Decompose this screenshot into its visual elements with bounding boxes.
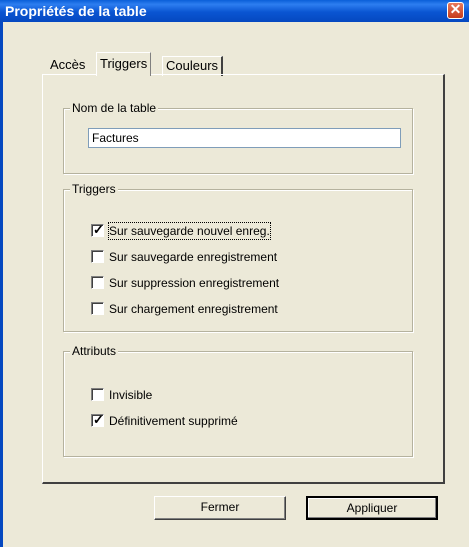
permanently-deleted-label: Définitivement supprimé	[109, 414, 238, 428]
tab-triggers[interactable]: Triggers	[96, 52, 152, 76]
properties-dialog: Propriétés de la table ✕ Accès Triggers …	[0, 0, 469, 547]
trigger-on-delete-label: Sur suppression enregistrement	[109, 276, 280, 290]
checkmark-icon: ✓	[93, 222, 104, 237]
checkmark-icon: ✓	[93, 412, 104, 427]
triggers-group: Triggers ✓ Sur sauvegarde nouvel enreg. …	[63, 182, 413, 332]
window-title: Propriétés de la table	[5, 3, 147, 19]
checkbox-box[interactable]	[91, 250, 104, 263]
trigger-on-save-new-label: Sur sauvegarde nouvel enreg.	[108, 222, 271, 240]
close-window-button[interactable]: ✕	[447, 1, 464, 19]
invisible-label: Invisible	[109, 388, 153, 402]
attributes-group: Attributs Invisible ✓ Définitivement sup…	[63, 344, 413, 457]
checkbox-box[interactable]	[91, 302, 104, 315]
apply-button[interactable]: Appliquer	[306, 496, 438, 520]
trigger-on-load-label: Sur chargement enregistrement	[109, 302, 278, 316]
title-bar: Propriétés de la table ✕	[0, 0, 469, 22]
tab-couleurs[interactable]: Couleurs	[162, 56, 224, 76]
table-name-group: Nom de la table	[63, 101, 413, 174]
table-name-legend: Nom de la table	[70, 101, 159, 115]
checkbox-box[interactable]: ✓	[91, 412, 104, 427]
window-border	[0, 22, 3, 547]
attributes-legend: Attributs	[70, 344, 119, 358]
table-name-input[interactable]	[88, 128, 401, 148]
triggers-legend: Triggers	[70, 182, 118, 196]
trigger-on-save-label: Sur sauvegarde enregistrement	[109, 250, 278, 264]
checkbox-box[interactable]: ✓	[91, 222, 104, 237]
checkbox-box[interactable]	[91, 388, 104, 401]
tab-acces[interactable]: Accès	[48, 56, 87, 75]
close-icon: ✕	[449, 1, 462, 17]
checkbox-box[interactable]	[91, 276, 104, 289]
close-button[interactable]: Fermer	[154, 496, 286, 520]
